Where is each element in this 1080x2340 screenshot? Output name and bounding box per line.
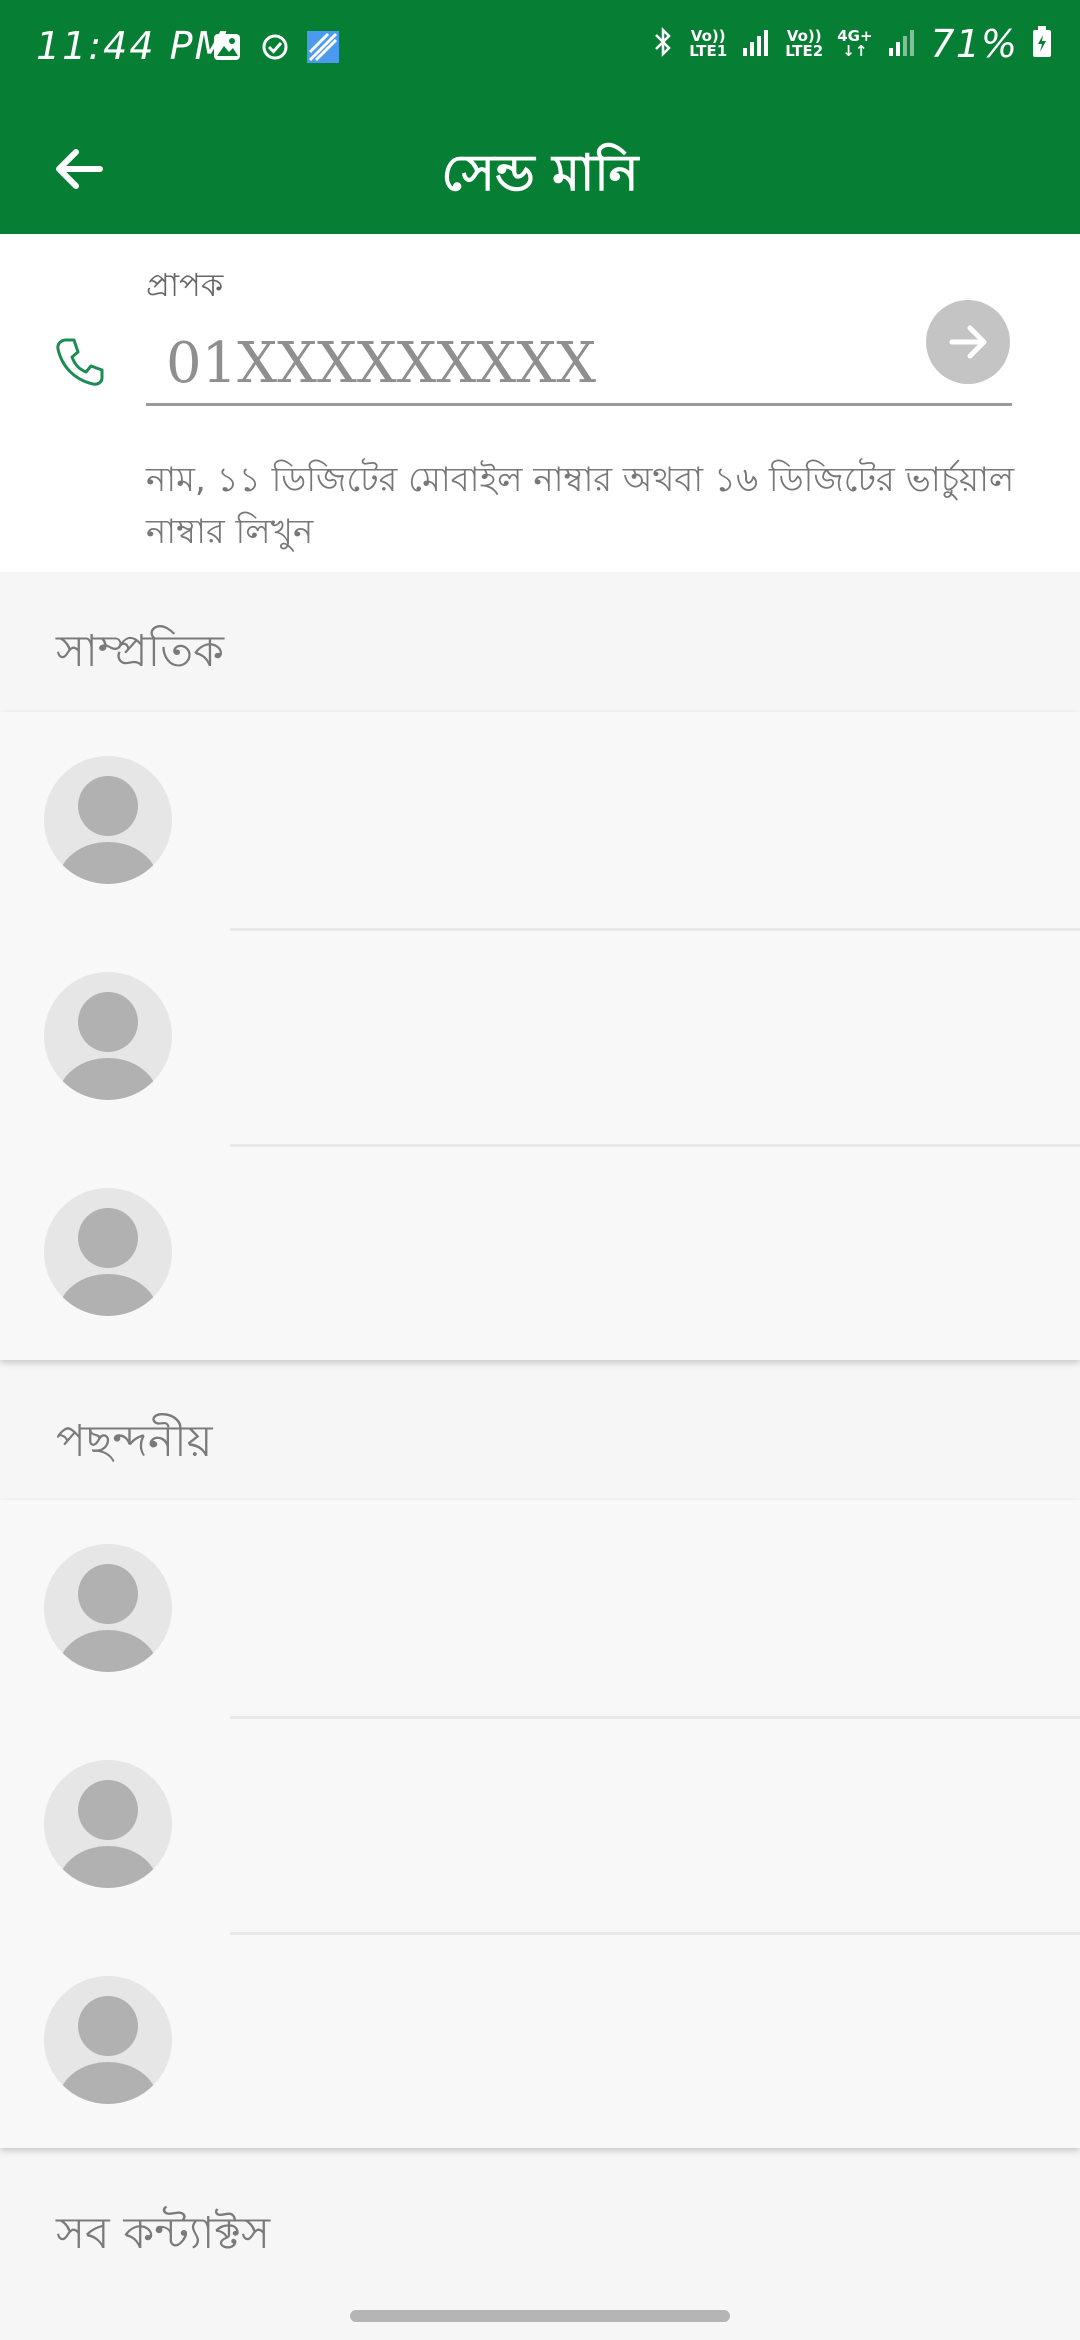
home-indicator[interactable] (350, 2310, 730, 2322)
status-time: 11:44 PM (36, 24, 230, 68)
network-4g: 4G+ ↓↑ (837, 26, 873, 60)
proceed-button[interactable] (926, 300, 1010, 384)
recipient-panel: প্রাপক নাম, ১১ ডিজিটের মোবাইল নাম্বার অথ… (0, 234, 1080, 572)
recent-section-header: সাম্প্রতিক (0, 588, 1080, 708)
signal-icon (741, 28, 771, 59)
avatar (44, 756, 172, 884)
battery-icon (1032, 26, 1052, 61)
list-item[interactable] (0, 1144, 1080, 1360)
status-system-icons: Vo)) LTE1 Vo)) LTE2 4G+ ↓↑ 71% (651, 21, 1052, 66)
network-lte1: Vo)) LTE1 (689, 26, 728, 60)
list-item[interactable] (0, 928, 1080, 1144)
favorites-section-title: পছন্দনীয় (56, 1416, 213, 1467)
arrow-right-icon (949, 325, 987, 359)
list-item[interactable] (0, 712, 1080, 928)
all-contacts-section-title: সব কন্ট্যাক্টস (56, 2208, 271, 2259)
recipient-input[interactable] (146, 324, 1012, 406)
status-notification-icons (210, 30, 340, 64)
signal-icon (887, 28, 917, 59)
bluetooth-icon (651, 26, 675, 61)
recent-section-title: সাম্প্রতিক (56, 626, 225, 677)
avatar (44, 1544, 172, 1672)
list-item[interactable] (0, 1932, 1080, 2148)
status-bar: 11:44 PM Vo)) LTE1 Vo)) LTE2 4G+ ↓↑ 71% (0, 0, 1080, 100)
image-icon (210, 30, 244, 64)
avatar (44, 1760, 172, 1888)
battery-percent: 71% (930, 21, 1018, 66)
network-lte2: Vo)) LTE2 (785, 26, 824, 60)
list-item[interactable] (0, 1716, 1080, 1932)
check-circle-icon (258, 30, 292, 64)
app-icon (306, 30, 340, 64)
favorites-section-header: পছন্দনীয় (0, 1378, 1080, 1498)
recipient-hint: নাম, ১১ ডিজিটের মোবাইল নাম্বার অথবা ১৬ ড… (146, 460, 1015, 552)
avatar (44, 1976, 172, 2104)
recent-contacts-list (0, 712, 1080, 1360)
phone-icon (52, 334, 108, 390)
favorite-contacts-list (0, 1500, 1080, 2148)
all-contacts-section-header: সব কন্ট্যাক্টস (0, 2170, 1080, 2290)
avatar (44, 1188, 172, 1316)
list-item[interactable] (0, 1500, 1080, 1716)
page-title: সেন্ড মানি (441, 144, 639, 202)
app-bar: সেন্ড মানি (0, 100, 1080, 234)
avatar (44, 972, 172, 1100)
recipient-label: প্রাপক (146, 266, 224, 304)
